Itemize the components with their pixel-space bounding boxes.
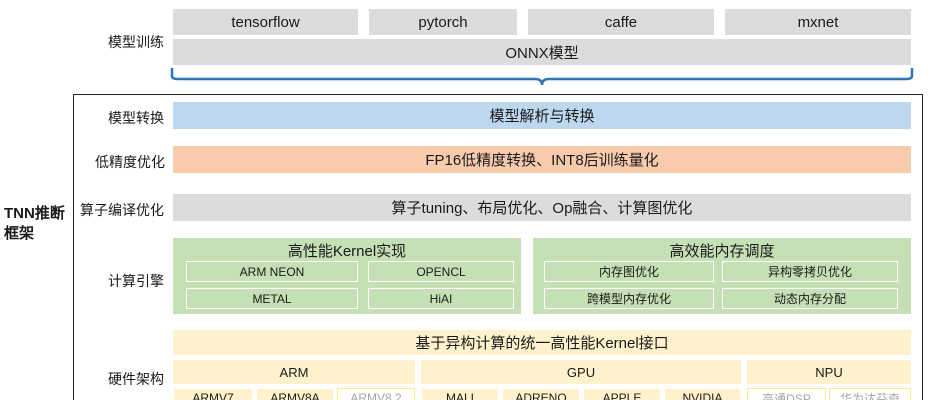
- hw-nvidia: NVIDIA: [664, 388, 741, 400]
- framework-tensorflow: tensorflow: [173, 9, 358, 35]
- kernel-opencl: OPENCL: [368, 261, 514, 282]
- framework-pytorch: pytorch: [369, 9, 517, 35]
- kernel-title: 高性能Kernel实现: [287, 242, 407, 260]
- tnn-title: TNN推断 框架: [4, 204, 65, 244]
- convert-label: 模型转换: [108, 110, 164, 126]
- hw-apple: APPLE: [583, 388, 661, 400]
- convert-bar: 模型解析与转换: [173, 102, 911, 129]
- hw-gpu-title: GPU: [421, 360, 741, 384]
- memory-graph-opt: 内存图优化: [544, 261, 714, 282]
- kernel-hiai: HiAI: [368, 288, 514, 309]
- hw-npu-title: NPU: [747, 360, 911, 384]
- memory-zero-copy: 异构零拷贝优化: [722, 261, 898, 282]
- hw-armv7: ARMV7: [173, 388, 253, 400]
- memory-cross-model: 跨模型内存优化: [544, 288, 714, 309]
- hw-qualcomm-dsp: 高通DSP: [747, 388, 826, 400]
- hw-arm-title: ARM: [173, 360, 415, 384]
- framework-mxnet: mxnet: [725, 9, 911, 35]
- hardware-label: 硬件架构: [108, 371, 164, 387]
- memory-title: 高效能内存调度: [669, 242, 775, 260]
- kernel-metal: METAL: [186, 288, 358, 309]
- precision-bar: FP16低精度转换、INT8后训练量化: [173, 146, 911, 173]
- hw-armv8a: ARMV8A: [256, 388, 334, 400]
- framework-caffe: caffe: [528, 9, 714, 35]
- tnn-title-line2: 框架: [4, 225, 35, 242]
- onnx-model-bar: ONNX模型: [173, 39, 911, 65]
- hw-adreno: ADRENO: [502, 388, 580, 400]
- compiler-bar: 算子tuning、布局优化、Op融合、计算图优化: [173, 194, 911, 221]
- training-label: 模型训练: [108, 34, 164, 50]
- engine-label: 计算引擎: [108, 273, 164, 289]
- kernel-interface-bar: 基于异构计算的统一高性能Kernel接口: [173, 330, 911, 355]
- precision-label: 低精度优化: [95, 154, 165, 170]
- hw-armv82: ARMV8.2: [337, 388, 415, 400]
- kernel-arm-neon: ARM NEON: [186, 261, 358, 282]
- compiler-label: 算子编译优化: [80, 202, 164, 218]
- hw-mali: MALI: [421, 388, 499, 400]
- tnn-title-line1: TNN推断: [4, 205, 65, 222]
- merge-brace: [170, 68, 914, 86]
- memory-dynamic-alloc: 动态内存分配: [722, 288, 898, 309]
- hw-huawei-davinci: 华为达芬奇: [829, 388, 911, 400]
